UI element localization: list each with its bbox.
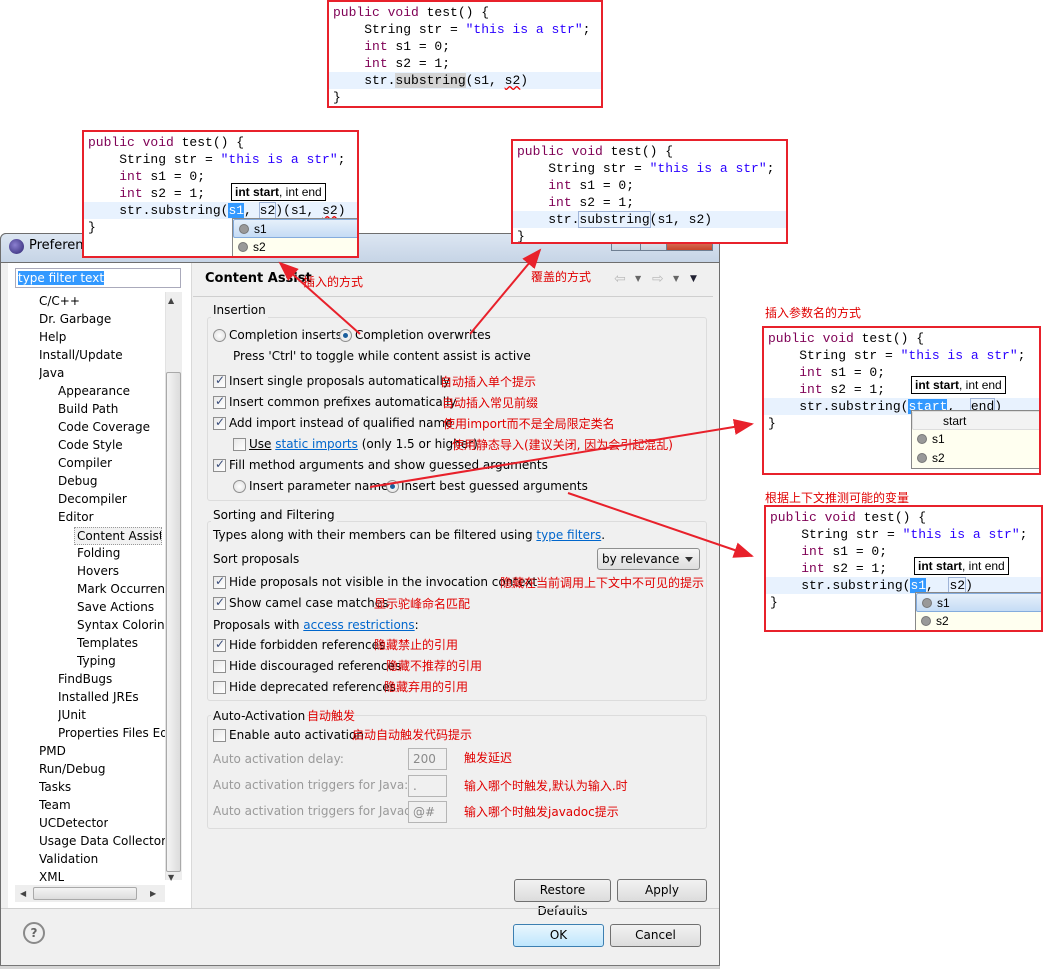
annotation-arrows (278, 248, 754, 558)
arrow-guessed (567, 492, 754, 558)
arrow-param-names (369, 419, 754, 488)
arrow-overwrite-mode (469, 248, 542, 335)
arrow-insert-mode (278, 261, 361, 335)
